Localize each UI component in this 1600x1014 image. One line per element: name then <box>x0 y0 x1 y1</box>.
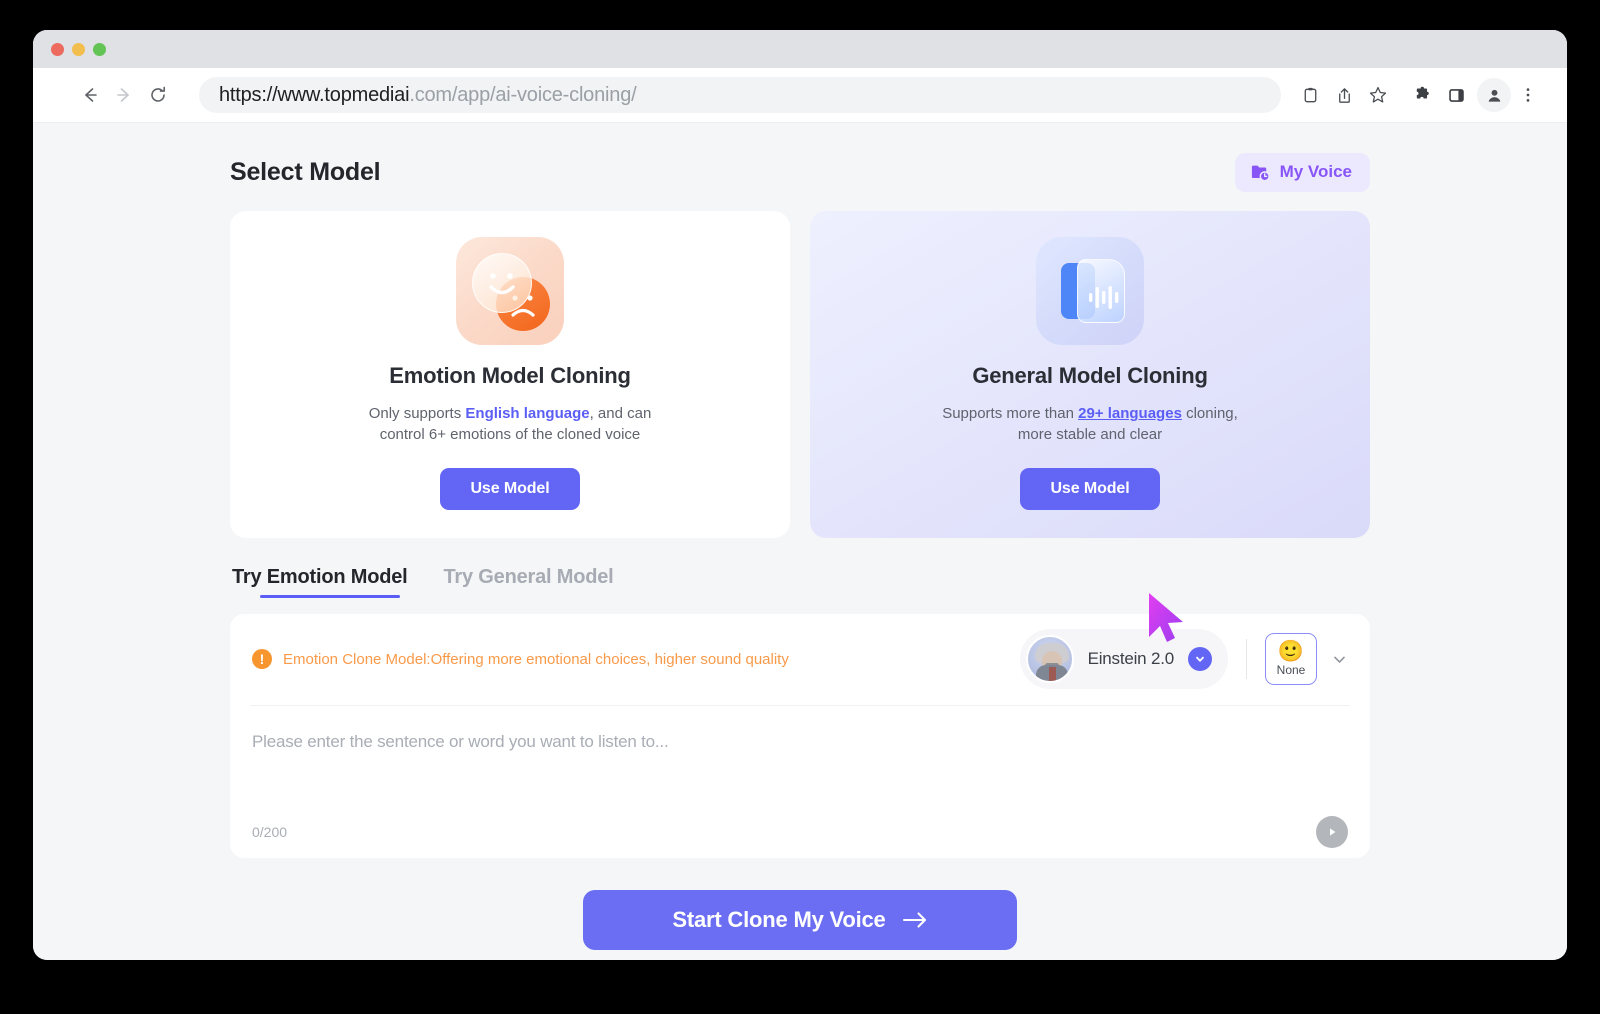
my-voice-label: My Voice <box>1279 162 1352 181</box>
extensions-puzzle-icon <box>1416 86 1429 99</box>
emotion-label: None <box>1276 663 1306 678</box>
bookmark-button[interactable] <box>1361 78 1395 112</box>
tab-prefix: Try <box>232 565 262 588</box>
cta-label: Start Clone My Voice <box>672 906 886 932</box>
url-path: .com/app/ai-voice-cloning/ <box>409 83 637 106</box>
tab-label: General Model <box>478 565 614 588</box>
browser-toolbar: https://www.topmediai.com/app/ai-voice-c… <box>33 68 1567 123</box>
window-titlebar <box>33 30 1567 68</box>
back-arrow-icon <box>85 88 97 102</box>
card-description: Only supports English language, and can … <box>360 403 660 446</box>
panel-toolbar: ! Emotion Clone Model:Offering more emot… <box>250 614 1350 706</box>
url-text: https://www.topmediai.com/app/ai-voice-c… <box>219 83 637 107</box>
panel-controls: Einstein 2.0 🙂 None <box>1019 629 1348 690</box>
voice-dropdown-button[interactable] <box>1188 647 1212 672</box>
start-clone-my-voice-button[interactable]: Start Clone My Voice <box>583 889 1017 950</box>
window-maximize-button[interactable] <box>93 42 106 56</box>
warning-exclamation-icon: ! <box>252 649 272 670</box>
english-language-link[interactable]: English language <box>465 405 589 422</box>
tab-try-general-model[interactable]: Try General Model <box>444 566 614 598</box>
tab-prefix: Try <box>443 565 474 588</box>
forward-arrow-icon <box>117 88 129 102</box>
play-button[interactable] <box>1316 815 1348 848</box>
page-title: Select Model <box>230 157 381 186</box>
page-content: Select Model My Voice Emotion Model Clon… <box>230 123 1370 950</box>
control-divider <box>1246 639 1247 680</box>
address-bar[interactable]: https://www.topmediai.com/app/ai-voice-c… <box>199 77 1281 113</box>
back-button[interactable] <box>73 78 107 112</box>
page-viewport: Select Model My Voice Emotion Model Clon… <box>33 123 1567 960</box>
forward-button[interactable] <box>107 78 141 112</box>
desc-prefix: Only supports <box>368 405 466 422</box>
general-model-card[interactable]: General Model Cloning Supports more than… <box>810 211 1370 538</box>
play-icon <box>1330 827 1336 836</box>
toolbar-icon-group <box>1293 78 1545 112</box>
text-input-area[interactable]: Please enter the sentence or word you wa… <box>250 706 1350 858</box>
model-card-list: Emotion Model Cloning Only supports Engl… <box>230 211 1370 538</box>
emotion-selector[interactable]: 🙂 None <box>1265 633 1317 686</box>
use-model-button-emotion[interactable]: Use Model <box>440 467 580 510</box>
happy-face-shape <box>472 253 532 313</box>
section-header: Select Model My Voice <box>230 149 1370 195</box>
chevron-down-icon <box>1334 656 1345 663</box>
desc-prefix: Supports more than <box>942 405 1079 422</box>
chevron-down-icon <box>1196 656 1204 662</box>
character-counter: 0/200 <box>252 823 288 840</box>
tab-try-emotion-model[interactable]: Try Emotion Model <box>232 566 408 598</box>
share-button[interactable] <box>1327 78 1361 112</box>
extensions-button[interactable] <box>1405 78 1439 112</box>
share-icon <box>1338 87 1350 103</box>
reload-icon <box>151 86 165 102</box>
bookmark-star-icon <box>1369 86 1387 103</box>
my-voice-button[interactable]: My Voice <box>1234 152 1370 192</box>
window-minimize-button[interactable] <box>72 42 85 56</box>
browser-menu-button[interactable] <box>1511 78 1545 112</box>
document-front-shape <box>1077 259 1125 323</box>
card-description: Supports more than 29+ languages cloning… <box>940 403 1240 446</box>
text-to-speech-panel: ! Emotion Clone Model:Offering more emot… <box>230 613 1370 858</box>
window-close-button[interactable] <box>51 42 64 56</box>
emotion-dropdown-button[interactable] <box>1331 651 1348 668</box>
side-panel-button[interactable] <box>1439 78 1473 112</box>
einstein-avatar <box>1025 635 1074 684</box>
profile-button[interactable] <box>1477 78 1511 112</box>
emotion-emoji: 🙂 <box>1277 640 1305 664</box>
side-panel-icon <box>1448 88 1464 102</box>
arrow-right-icon <box>902 912 926 928</box>
happy-face-features <box>489 273 515 295</box>
menu-kebab-icon <box>1526 88 1530 102</box>
browser-window: https://www.topmediai.com/app/ai-voice-c… <box>33 30 1567 960</box>
cta-row: Start Clone My Voice <box>230 889 1370 950</box>
voice-selector[interactable]: Einstein 2.0 <box>1019 629 1228 690</box>
clipboard-icon <box>1304 87 1316 102</box>
text-input-placeholder: Please enter the sentence or word you wa… <box>252 731 669 751</box>
clipboard-button[interactable] <box>1293 78 1327 112</box>
voice-name-label: Einstein 2.0 <box>1087 649 1175 669</box>
model-notice: ! Emotion Clone Model:Offering more emot… <box>252 649 789 670</box>
profile-avatar-icon <box>1488 89 1500 102</box>
reload-button[interactable] <box>141 78 175 112</box>
folder-clock-icon <box>1251 165 1270 181</box>
card-title: Emotion Model Cloning <box>389 363 631 388</box>
avatar-tie <box>1048 667 1056 682</box>
languages-link[interactable]: 29+ languages <box>1078 405 1182 422</box>
card-title: General Model Cloning <box>972 363 1208 388</box>
waveform-bars-icon <box>1089 286 1119 309</box>
waveform-document-icon <box>1036 237 1144 345</box>
tab-label: Emotion Model <box>266 565 408 588</box>
model-tabs: Try Emotion Model Try General Model <box>230 566 1370 598</box>
emotion-model-card[interactable]: Emotion Model Cloning Only supports Engl… <box>230 211 790 538</box>
use-model-button-general[interactable]: Use Model <box>1020 467 1160 510</box>
emotion-faces-icon <box>456 237 564 345</box>
notice-text: Emotion Clone Model:Offering more emotio… <box>283 650 789 668</box>
url-domain: https://www.topmediai <box>219 83 410 106</box>
